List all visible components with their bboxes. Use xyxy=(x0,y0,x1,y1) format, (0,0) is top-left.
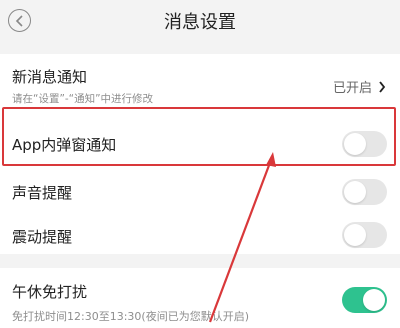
sound-reminder-row: 声音提醒 xyxy=(0,170,400,214)
in-app-popup-label: App内弹窗通知 xyxy=(12,136,117,154)
nap-dnd-label: 午休免打扰 xyxy=(12,283,88,301)
vibration-reminder-row: 震动提醒 xyxy=(0,214,400,254)
sound-reminder-label: 声音提醒 xyxy=(12,184,73,202)
settings-card-notifications: 新消息通知 请在“设置”-“通知”中进行修改 已开启 App内弹窗通知 声音提醒… xyxy=(0,54,400,254)
sound-reminder-toggle[interactable] xyxy=(342,179,387,205)
new-message-hint: 请在“设置”-“通知”中进行修改 xyxy=(12,93,154,105)
in-app-popup-row: App内弹窗通知 xyxy=(0,118,400,170)
toggle-knob xyxy=(363,289,385,311)
new-message-notification-row[interactable]: 新消息通知 请在“设置”-“通知”中进行修改 已开启 xyxy=(0,54,400,105)
nap-dnd-hint: 免打扰时间12:30至13:30(夜间已为您默认开启) xyxy=(12,310,249,323)
toggle-knob xyxy=(344,181,366,203)
page-title: 消息设置 xyxy=(164,12,236,33)
toggle-knob xyxy=(344,224,366,246)
header-bar: 消息设置 xyxy=(0,0,400,42)
chevron-right-icon xyxy=(379,80,386,93)
settings-card-dnd: 午休免打扰 免打扰时间12:30至13:30(夜间已为您默认开启) xyxy=(0,268,400,328)
nap-dnd-toggle[interactable] xyxy=(342,287,387,313)
new-message-status-text: 已开启 xyxy=(332,81,372,96)
vibration-reminder-label: 震动提醒 xyxy=(12,228,73,246)
new-message-status: 已开启 xyxy=(333,77,386,96)
in-app-popup-toggle[interactable] xyxy=(342,131,387,157)
new-message-label: 新消息通知 xyxy=(12,68,88,86)
toggle-knob xyxy=(344,133,366,155)
nap-dnd-row: 午休免打扰 免打扰时间12:30至13:30(夜间已为您默认开启) xyxy=(0,268,400,328)
vibration-reminder-toggle[interactable] xyxy=(342,222,387,248)
